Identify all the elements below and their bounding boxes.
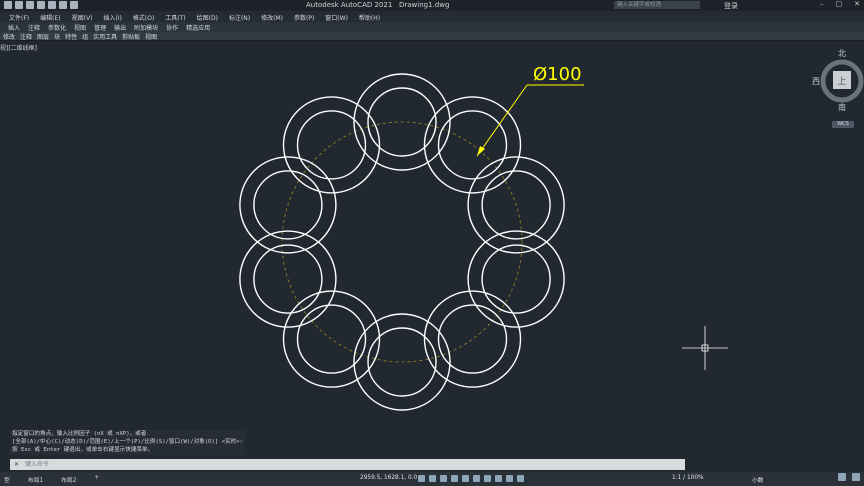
ribbon-tab-1[interactable]: 注释 [28, 23, 40, 32]
ribbon-tab-0[interactable]: 插入 [8, 23, 20, 32]
menu-item-9[interactable]: 参数(P) [294, 13, 314, 22]
window-title: Autodesk AutoCAD 2021 Drawing1.dwg [306, 1, 449, 9]
ribbon-panel-2[interactable]: 图层 [37, 32, 49, 41]
menu-item-10[interactable]: 窗口(W) [325, 13, 348, 22]
viewcube-north: 北 [838, 49, 846, 58]
command-history: 指定窗口的角点，输入比例因子 (nX 或 nXP)，或者 [全部(A)/中心(C… [10, 430, 245, 455]
menu-item-7[interactable]: 标注(N) [229, 13, 250, 22]
layout-tab-1[interactable]: 布局1 [24, 475, 47, 484]
minimize-icon[interactable]: – [820, 0, 824, 8]
redo-icon[interactable] [70, 1, 78, 9]
ribbon-tab-6[interactable]: 附加模块 [134, 23, 158, 32]
file-name: Drawing1.dwg [398, 1, 450, 9]
title-bar: Autodesk AutoCAD 2021 Drawing1.dwg 键入关键字… [0, 0, 864, 11]
ribbon-panel-3[interactable]: 块 [54, 32, 60, 41]
layout-tab-2[interactable]: 布局2 [57, 475, 80, 484]
menu-item-5[interactable]: 工具(T) [165, 13, 185, 22]
ring-1-inner[interactable] [437, 110, 508, 180]
ribbon-tab-2[interactable]: 参数化 [48, 23, 66, 32]
dimension-text: Ø100 [533, 64, 582, 85]
transparency-icon[interactable] [495, 475, 502, 482]
close-icon[interactable]: ✕ [854, 0, 860, 8]
ribbon-tabs: 插入 注释 参数化 视图 管理 输出 附加模块 协作 精选应用 [0, 22, 864, 32]
ring-4-inner[interactable] [437, 304, 508, 374]
ribbon-panel-5[interactable]: 组 [82, 32, 88, 41]
layout-tab-3[interactable]: + [90, 475, 103, 484]
ribbon-panel-8[interactable]: 视图 [145, 32, 157, 41]
ribbon-tab-3[interactable]: 视图 [74, 23, 86, 32]
drawing-canvas[interactable]: Ø100 上 北 西 南 [0, 41, 864, 459]
polar-icon[interactable] [462, 475, 469, 482]
menu-item-0[interactable]: 文件(F) [9, 13, 29, 22]
leader-line [476, 84, 528, 157]
command-input[interactable]: ✕ 键入命令 [10, 459, 685, 470]
status-bar: 型布局1 布局2 + 2959.5, 1628.1, 0.0 1:1 / 100% … [0, 472, 864, 486]
customize-icon[interactable] [852, 473, 860, 481]
ribbon-tab-4[interactable]: 管理 [94, 23, 106, 32]
osnap-icon[interactable] [473, 475, 480, 482]
window-controls: – □ ✕ [820, 0, 860, 8]
ortho-icon[interactable] [451, 475, 458, 482]
save-icon[interactable] [26, 1, 34, 9]
status-extra [838, 473, 860, 481]
menu-item-6[interactable]: 绘图(D) [197, 13, 218, 22]
menu-item-4[interactable]: 格式(O) [133, 13, 154, 22]
ribbon-panel-0[interactable]: 修改 [3, 32, 15, 41]
selection-cycling-icon[interactable] [506, 475, 513, 482]
grid-icon[interactable] [429, 475, 436, 482]
viewcube-face-label: 上 [837, 76, 846, 87]
crosshair-cursor [682, 326, 728, 370]
coordinates[interactable]: 2959.5, 1628.1, 0.0 [360, 475, 417, 481]
command-line-3: 按 Esc 或 Enter 键退出，或单击右键显示快捷菜单。 [10, 446, 245, 455]
ring-7-inner[interactable] [253, 244, 323, 314]
viewcube-west: 西 [812, 77, 820, 86]
drawing-viewport[interactable]: Ø100 上 北 西 南 [0, 41, 864, 459]
maximize-icon[interactable]: □ [836, 0, 843, 8]
new-icon[interactable] [4, 1, 12, 9]
snap-icon[interactable] [440, 475, 447, 482]
ribbon-panel-6[interactable]: 实用工具 [93, 32, 117, 41]
sign-in-button[interactable]: 登录 [724, 1, 738, 11]
ribbon-panels: 修改 注释 图层块特性组实用工具 剪贴板 视图 [0, 32, 864, 41]
close-command-icon[interactable]: ✕ [14, 461, 19, 468]
open-icon[interactable] [15, 1, 23, 9]
ribbon-tab-5[interactable]: 输出 [114, 23, 126, 32]
menu-item-11[interactable]: 帮助(H) [359, 13, 380, 22]
ribbon-tab-7[interactable]: 协作 [166, 23, 178, 32]
menu-item-8[interactable]: 修改(M) [261, 13, 283, 22]
model-space-icon[interactable] [418, 475, 425, 482]
workspace-icon[interactable] [838, 473, 846, 481]
ring-9-inner[interactable] [296, 110, 367, 180]
ring-6-inner[interactable] [296, 304, 367, 374]
menu-item-1[interactable]: 编辑(E) [40, 13, 60, 22]
app-name: Autodesk AutoCAD 2021 [306, 1, 393, 9]
saveas-icon[interactable] [37, 1, 45, 9]
print-icon[interactable] [48, 1, 56, 9]
command-placeholder: 键入命令 [25, 461, 50, 468]
ribbon-panel-1[interactable]: 注释 [20, 32, 32, 41]
viewcube[interactable]: 上 北 西 南 [812, 49, 864, 112]
menu-item-3[interactable]: 插入(I) [103, 13, 121, 22]
search-input[interactable]: 键入关键字或短语 [614, 1, 700, 9]
units-setting[interactable]: 小数 [752, 475, 764, 484]
drafting-toggles [418, 475, 524, 482]
menu-bar: 文件(F) 编辑(E) 视图(V) 插入(I) 格式(O) 工具(T) 绘图(D) 标注(N)… [0, 11, 864, 22]
menu-item-2[interactable]: 视图(V) [72, 13, 93, 22]
lineweight-icon[interactable] [484, 475, 491, 482]
ucs-menu[interactable]: WCS [832, 121, 854, 128]
ribbon-panel-4[interactable]: 特性 [65, 32, 77, 41]
undo-icon[interactable] [59, 1, 67, 9]
dynamic-ucs-icon[interactable] [517, 475, 524, 482]
command-line-1: 指定窗口的角点，输入比例因子 (nX 或 nXP)，或者 [10, 430, 245, 439]
command-line-2: [全部(A)/中心(C)/动态(D)/范围(E)/上一个(P)/比例(S)/窗口… [10, 438, 245, 447]
ribbon-tab-8[interactable]: 精选应用 [186, 23, 210, 32]
dimension-leader: Ø100 [476, 64, 584, 157]
viewport-label[interactable]: 视][二维线框] [0, 43, 37, 52]
layout-tab-0[interactable]: 型 [0, 475, 14, 484]
ribbon-panel-7[interactable]: 剪贴板 [122, 32, 140, 41]
viewcube-south: 南 [838, 102, 846, 112]
ring-chain [239, 73, 565, 411]
quick-access-toolbar [4, 1, 78, 9]
annotation-scale[interactable]: 1:1 / 100% [672, 475, 704, 481]
